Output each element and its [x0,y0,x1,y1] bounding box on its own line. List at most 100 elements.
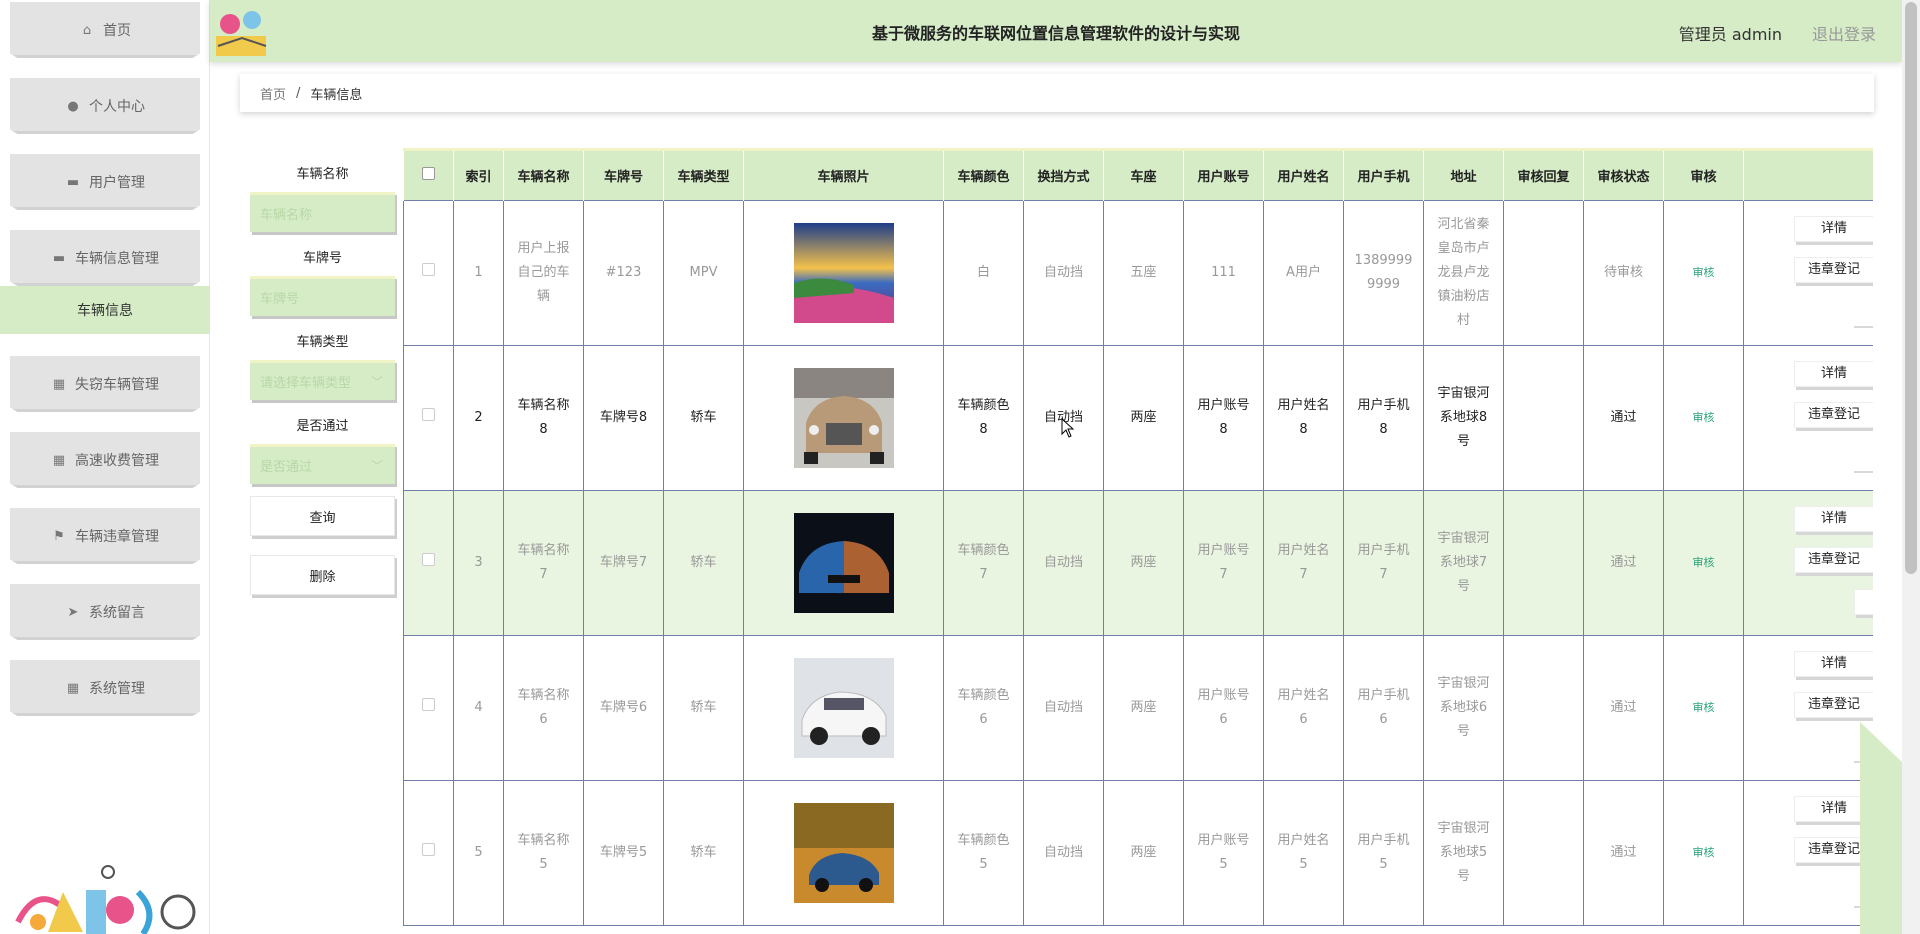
vehicle-photo[interactable] [793,512,894,613]
sidebar-item-violations[interactable]: ⚑ 车辆违章管理 [10,508,200,564]
column-header[interactable]: 用户姓名 [1263,151,1344,200]
violation-register-button[interactable]: 违章登记 [1794,546,1873,573]
violation-register-button[interactable]: 违章登记 [1794,256,1873,283]
sidebar-subitem-vehicle-info[interactable]: 车辆信息 [0,286,210,334]
sidebar-item-users[interactable]: ▬ 用户管理 [10,154,200,210]
column-header[interactable]: 车牌号 [583,151,664,200]
breadcrumb-separator: / [296,85,301,101]
detail-button[interactable]: 详情 [1794,505,1873,532]
cell-gear: 自动挡 [1023,779,1104,926]
sidebar-item-home[interactable]: ⌂ 首页 [10,2,200,58]
table-row[interactable]: 2 车辆名称8 车牌号8 轿车 车辆颜色8 自动挡 两座 用户账号8 用户姓名8… [403,344,1873,491]
cell-index: 5 [453,779,504,926]
vehicle-name-input[interactable]: 车辆名称 [250,192,395,232]
cell-reply [1503,634,1584,781]
query-button[interactable]: 查询 [250,496,395,536]
cell-reply [1503,489,1584,636]
column-header[interactable]: 换挡方式 [1023,151,1104,200]
audit-link[interactable]: 审核 [1693,701,1715,714]
cell-photo [743,344,944,491]
row-checkbox[interactable] [422,552,435,566]
vehicle-photo[interactable] [793,802,894,903]
action-button-partial[interactable] [1854,588,1873,615]
audit-link[interactable]: 审核 [1693,266,1715,279]
cell-color: 车辆颜色8 [943,344,1024,491]
cell-username: A用户 [1263,199,1344,346]
vertical-scrollbar[interactable] [1902,0,1920,934]
table-row[interactable]: 4 车辆名称6 车牌号6 轿车 车辆颜色6 自动挡 两座 用户账号6 用户姓名6 [403,634,1873,781]
column-header[interactable]: 审核状态 [1583,151,1664,200]
table-row[interactable]: 1 用户上报自己的车辆 #123 MPV 白 自动挡 五座 111 A用户 13… [403,199,1873,346]
briefcase-icon: ▬ [66,174,80,190]
audit-link[interactable]: 审核 [1693,846,1715,859]
delete-button[interactable]: 删除 [250,555,395,595]
cell-account: 111 [1183,199,1264,346]
detail-button[interactable]: 详情 [1794,360,1873,387]
vehicle-photo[interactable] [793,222,894,323]
column-header[interactable]: 地址 [1423,151,1504,200]
column-header[interactable]: 审核 [1663,151,1744,200]
column-header[interactable]: 车座 [1103,151,1184,200]
cell-type: 轿车 [663,344,744,491]
pass-label: 是否通过 [296,419,349,434]
cell-photo [743,634,944,781]
cell-address: 宇宙银河系地球8号 [1423,344,1504,491]
sidebar-item-vehicles[interactable]: ▬ 车辆信息管理 [10,230,200,286]
sidebar-item-messages[interactable]: ➤ 系统留言 [10,584,200,640]
violation-register-button[interactable]: 违章登记 [1794,401,1873,428]
audit-link[interactable]: 审核 [1693,556,1715,569]
action-divider [1854,470,1873,473]
column-header[interactable]: 车辆类型 [663,151,744,200]
vehicle-photo[interactable] [793,367,894,468]
sidebar-item-stolen[interactable]: ▦ 失窃车辆管理 [10,356,200,412]
detail-button[interactable]: 详情 [1794,650,1873,677]
sidebar-item-profile[interactable]: ● 个人中心 [10,78,200,134]
select-all-checkbox[interactable] [422,166,435,180]
cell-address: 宇宙银河系地球5号 [1423,779,1504,926]
detail-button[interactable]: 详情 [1794,215,1873,242]
cell-photo [743,199,944,346]
column-header[interactable]: 审核回复 [1503,151,1584,200]
audit-link[interactable]: 审核 [1693,411,1715,424]
column-header[interactable]: 车辆名称 [503,151,584,200]
sidebar-item-system[interactable]: ▦ 系统管理 [10,660,200,716]
logout-link[interactable]: 退出登录 [1812,21,1876,45]
sidebar-item-toll[interactable]: ▦ 高速收费管理 [10,432,200,488]
row-checkbox[interactable] [422,407,435,421]
column-header[interactable]: 用户账号 [1183,151,1264,200]
violation-register-button[interactable]: 违章登记 [1794,691,1873,718]
cell-type: 轿车 [663,634,744,781]
column-header[interactable]: 车辆照片 [743,151,944,200]
grid-icon: ▦ [52,452,66,468]
table-row[interactable]: 5 车辆名称5 车牌号5 轿车 车辆颜色5 自动挡 两座 用户账号5 用户姓名5 [403,779,1873,926]
cell-plate: #123 [583,199,664,346]
row-checkbox[interactable] [422,262,435,276]
plate-input[interactable]: 车牌号 [250,276,395,316]
cell-plate: 车牌号8 [583,344,664,491]
user-icon: ● [67,98,79,114]
cell-index: 2 [453,344,504,491]
column-header[interactable]: 用户手机 [1343,151,1424,200]
row-checkbox[interactable] [422,842,435,856]
row-checkbox[interactable] [422,697,435,711]
vehicle-type-select[interactable]: 请选择车辆类型 ﹀ [250,360,395,400]
cell-plate: 车牌号6 [583,634,664,781]
column-header[interactable]: 索引 [453,151,504,200]
send-icon: ➤ [67,604,79,620]
pass-select[interactable]: 是否通过 ﹀ [250,444,395,484]
breadcrumb-home[interactable]: 首页 [260,84,286,103]
column-header[interactable]: 车辆颜色 [943,151,1024,200]
cell-color: 车辆颜色5 [943,779,1024,926]
cell-index: 1 [453,199,504,346]
cell-seats: 两座 [1103,489,1184,636]
top-header: 基于微服务的车联网位置信息管理软件的设计与实现 管理员 admin 退出登录 [210,0,1902,62]
chevron-down-icon: ﹀ [370,459,383,473]
cell-type: MPV [663,199,744,346]
vehicle-photo[interactable] [793,657,894,758]
cell-seats: 两座 [1103,344,1184,491]
cell-reply [1503,199,1584,346]
table-row[interactable]: 3 车辆名称7 车牌号7 轿车 车辆颜色7 自动挡 两座 用户账号7 用户姓名7… [403,489,1873,636]
scrollbar-thumb[interactable] [1905,2,1917,574]
corner-decoration [1860,722,1902,934]
cell-reply [1503,344,1584,491]
